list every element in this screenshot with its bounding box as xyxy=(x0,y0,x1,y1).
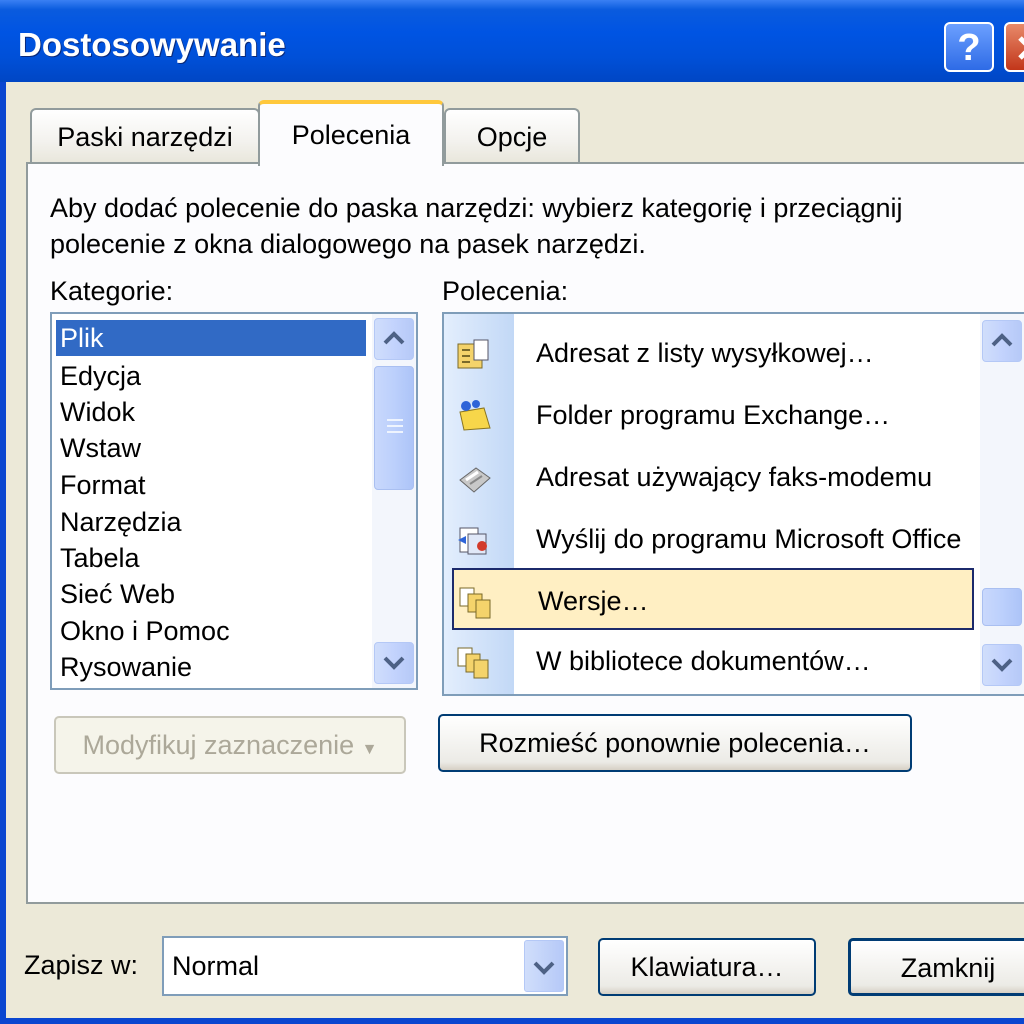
scroll-thumb[interactable] xyxy=(982,588,1022,626)
command-label: Wyślij do programu Microsoft Office xyxy=(536,524,962,554)
category-item[interactable]: Rysowanie xyxy=(56,649,366,685)
save-in-combobox[interactable]: Normal xyxy=(162,936,568,996)
command-label: W bibliotece dokumentów… xyxy=(536,646,871,676)
command-label: Adresat z listy wysyłkowej… xyxy=(536,338,874,368)
command-label: Folder programu Exchange… xyxy=(536,400,891,430)
chevron-down-icon xyxy=(383,656,405,670)
command-item-highlighted[interactable]: Wersje… xyxy=(452,568,974,630)
categories-label: Kategorie: xyxy=(50,276,174,306)
categories-scrollbar[interactable] xyxy=(372,314,416,688)
category-item[interactable]: Narzędzia xyxy=(56,504,366,540)
command-item[interactable]: Adresat używający faks-modemu xyxy=(444,446,974,508)
save-in-value: Normal xyxy=(172,951,260,981)
keyboard-button[interactable]: Klawiatura… xyxy=(598,938,816,996)
help-button[interactable]: ? xyxy=(944,22,994,72)
combo-dropdown-button[interactable] xyxy=(524,940,564,992)
scroll-down-button[interactable] xyxy=(982,644,1022,686)
command-label: Wersje… xyxy=(538,586,649,616)
chevron-down-icon xyxy=(533,961,555,975)
close-window-button[interactable] xyxy=(1004,22,1024,72)
category-item[interactable]: Sieć Web xyxy=(56,576,366,612)
modify-selection-label: Modyfikuj zaznaczenie xyxy=(82,730,355,760)
document-library-icon xyxy=(457,647,489,679)
exchange-folder-icon xyxy=(459,400,491,431)
category-item[interactable]: Okno i Pomoc xyxy=(56,613,366,649)
chevron-up-icon xyxy=(383,331,405,345)
customize-dialog: Dostosowywanie ? Paski narzędzi Poleceni… xyxy=(0,0,1024,1024)
commands-listbox[interactable]: Adresat z listy wysyłkowej… Folder progr… xyxy=(442,312,1024,696)
scroll-thumb[interactable] xyxy=(374,366,414,490)
dropdown-arrow-icon: ▼ xyxy=(361,741,378,758)
window-title: Dostosowywanie xyxy=(18,26,286,63)
command-item[interactable]: W bibliotece dokumentów… xyxy=(444,630,974,692)
versions-icon xyxy=(459,587,491,619)
command-item[interactable]: Adresat z listy wysyłkowej… xyxy=(444,322,974,384)
scroll-up-button[interactable] xyxy=(374,318,414,360)
fax-icon xyxy=(459,467,491,493)
grip-line xyxy=(387,419,403,421)
commands-scrollbar[interactable] xyxy=(980,314,1024,694)
grip-line xyxy=(387,431,403,433)
scroll-up-button[interactable] xyxy=(982,320,1022,362)
chevron-down-icon xyxy=(991,658,1013,672)
category-item[interactable]: Widok xyxy=(56,394,366,430)
category-item[interactable]: Tabela xyxy=(56,540,366,576)
send-to-office-icon xyxy=(458,527,487,555)
modify-selection-button[interactable]: Modyfikuj zaznaczenie ▼ xyxy=(54,716,406,774)
tab-toolbars[interactable]: Paski narzędzi xyxy=(30,108,260,162)
category-item[interactable]: Wstaw xyxy=(56,430,366,466)
scroll-down-button[interactable] xyxy=(374,642,414,684)
window-border-bottom xyxy=(0,1018,1024,1024)
tab-commands[interactable]: Polecenia xyxy=(258,100,444,166)
command-item[interactable]: Wyślij do programu Microsoft Office xyxy=(444,508,974,570)
categories-listbox[interactable]: Plik Edycja Widok Wstaw Format Narzędzia… xyxy=(50,312,418,690)
command-label: Adresat używający faks-modemu xyxy=(536,462,933,492)
instructions-text: Aby dodać polecenie do paska narzędzi: w… xyxy=(50,193,903,259)
close-icon xyxy=(1018,36,1024,60)
category-item[interactable]: Format xyxy=(56,467,366,503)
address-list-icon xyxy=(457,339,489,369)
close-button[interactable]: Zamknij xyxy=(848,938,1024,996)
chevron-up-icon xyxy=(991,333,1013,347)
save-in-label: Zapisz w: xyxy=(24,950,139,980)
window-border-left xyxy=(0,82,6,1024)
tab-options[interactable]: Opcje xyxy=(444,108,580,162)
grip-line xyxy=(387,425,403,427)
commands-label: Polecenia: xyxy=(442,276,569,306)
rearrange-commands-button[interactable]: Rozmieść ponownie polecenia… xyxy=(438,714,912,772)
category-item[interactable]: Plik xyxy=(56,320,366,356)
title-bar[interactable]: Dostosowywanie ? xyxy=(0,0,1024,82)
command-item[interactable]: Folder programu Exchange… xyxy=(444,384,974,446)
category-item[interactable]: Edycja xyxy=(56,358,366,394)
